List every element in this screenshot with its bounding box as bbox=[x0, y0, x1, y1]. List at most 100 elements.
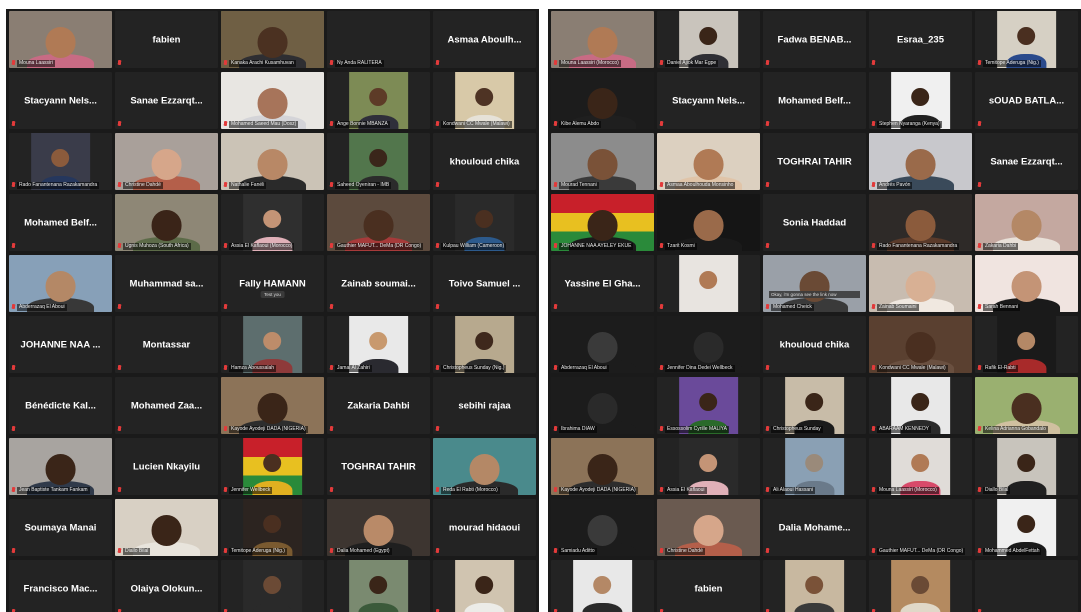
participant-tile[interactable]: Mohammed AbdelFettah bbox=[975, 499, 1078, 556]
participant-tile[interactable]: Rafik El-Rabti bbox=[975, 316, 1078, 373]
participant-tile[interactable]: Ny Anda RALITERA bbox=[327, 11, 430, 68]
participant-tile[interactable]: Samiadu Aditto bbox=[551, 499, 654, 556]
participant-tile[interactable]: Soumaya Manai bbox=[9, 499, 112, 556]
participant-tile[interactable]: Kondwani CC Mwale (Malawi) bbox=[433, 72, 536, 129]
participant-tile[interactable]: Kelina Adrianna Gobandalo bbox=[975, 377, 1078, 434]
participant-tile[interactable]: Ange Bonnie MBANZA bbox=[327, 72, 430, 129]
participant-tile[interactable]: Zainab Soumaini bbox=[869, 255, 972, 312]
participant-tile[interactable]: Montassar bbox=[115, 316, 218, 373]
participant-tile[interactable]: Zakaria Dahbi bbox=[327, 377, 430, 434]
participant-tile[interactable]: Christopheus Sunday bbox=[763, 377, 866, 434]
participant-tile[interactable] bbox=[763, 560, 866, 612]
participant-tile[interactable]: Assia El Kaflaoui (Morocco) bbox=[221, 194, 324, 251]
participant-tile[interactable]: khouloud chika bbox=[763, 316, 866, 373]
participant-tile[interactable]: Mohamed Zaa... bbox=[115, 377, 218, 434]
participant-tile[interactable]: Ali Alaoui Hassani bbox=[763, 438, 866, 495]
participant-tile[interactable]: Kayode Ayodeji DADA (NIGERIA) bbox=[221, 377, 324, 434]
participant-tile[interactable]: Essossolim Cyrille MALIYA bbox=[657, 377, 760, 434]
participant-tile[interactable]: Rado Fanantenana Razakamandra bbox=[9, 133, 112, 190]
participant-tile[interactable]: Asmaa Aboulhouda Monsinho bbox=[657, 133, 760, 190]
participant-tile[interactable]: Asmaa Aboulh... bbox=[433, 11, 536, 68]
participant-tile[interactable]: Dalia Mohamed (Egypt) bbox=[327, 499, 430, 556]
participant-tile[interactable] bbox=[433, 560, 536, 612]
participant-tile[interactable]: JOHANNE NAA ... bbox=[9, 316, 112, 373]
participant-tile[interactable]: Abderrazaq El Aboui bbox=[9, 255, 112, 312]
participant-tile[interactable]: Temitope Aderuga (Nig.) bbox=[221, 499, 324, 556]
participant-tile[interactable] bbox=[221, 560, 324, 612]
participant-tile[interactable]: khouloud chika bbox=[433, 133, 536, 190]
participant-tile[interactable]: Francisco Mac... bbox=[9, 560, 112, 612]
participant-tile[interactable]: Temitope Aderuga (Nig.) bbox=[975, 11, 1078, 68]
participant-tile[interactable]: Mourad Tennani bbox=[551, 133, 654, 190]
participant-tile[interactable]: Assia El Kaflaoui bbox=[657, 438, 760, 495]
participant-tile[interactable]: TOGHRAI TAHIR bbox=[763, 133, 866, 190]
participant-tile[interactable]: Mohamed Belf... bbox=[9, 194, 112, 251]
participant-tile[interactable]: Okay, i'm gonna see the link now Mohamed … bbox=[763, 255, 866, 312]
participant-tile[interactable]: Rado Fanantenana Razakamandra bbox=[869, 194, 972, 251]
participant-tile[interactable] bbox=[551, 560, 654, 612]
participant-tile[interactable]: Saheed Oyeniran - IMB bbox=[327, 133, 430, 190]
participant-tile[interactable]: Diallo Bilal bbox=[115, 499, 218, 556]
participant-tile[interactable]: fabien bbox=[657, 560, 760, 612]
participant-tile[interactable]: JOHANNE NAA AYELEY EKUE bbox=[551, 194, 654, 251]
participant-tile[interactable]: Olaiya Olokun... bbox=[115, 560, 218, 612]
participant-tile[interactable]: Kanaka Arachi Kusamhuvan bbox=[221, 11, 324, 68]
participant-tile[interactable]: Christine Dahdé bbox=[657, 499, 760, 556]
participant-tile[interactable] bbox=[327, 560, 430, 612]
participant-tile[interactable]: Dalia Mohame... bbox=[763, 499, 866, 556]
participant-tile[interactable]: Gauthier MAFUT... DeMa (DR Congo) bbox=[869, 499, 972, 556]
participant-tile[interactable]: Kulpau William (Cameroon) bbox=[433, 194, 536, 251]
participant-tile[interactable]: Stacyann Nels... bbox=[9, 72, 112, 129]
participant-tile[interactable]: Toivo Samuel ... bbox=[433, 255, 536, 312]
participant-tile[interactable]: sebihi rajaa bbox=[433, 377, 536, 434]
participant-tile[interactable]: Mohamed Belf... bbox=[763, 72, 866, 129]
participant-tile[interactable]: Mouna Laassiri (Morocco) bbox=[551, 11, 654, 68]
participant-tile[interactable]: Kondwani CC Mwale (Malawi) bbox=[869, 316, 972, 373]
participant-tile[interactable] bbox=[657, 255, 760, 312]
participant-tile[interactable]: Kibe Alemu Abdo bbox=[551, 72, 654, 129]
participant-tile[interactable]: Stacyann Nels... bbox=[657, 72, 760, 129]
participant-tile[interactable]: Esraa_235 bbox=[869, 11, 972, 68]
participant-tile[interactable]: sOUAD BATLA... bbox=[975, 72, 1078, 129]
participant-tile[interactable]: mourad hidaoui bbox=[433, 499, 536, 556]
participant-tile[interactable]: ABARAAM KENNEDY bbox=[869, 377, 972, 434]
participant-tile[interactable]: Bénédicte Kal... bbox=[9, 377, 112, 434]
participant-tile[interactable]: Fally HAMANN Test you bbox=[221, 255, 324, 312]
participant-tile[interactable]: Jennifer Dina Dedei Wellbeck bbox=[657, 316, 760, 373]
participant-tile[interactable]: Gauthier MAFUT... DeMa (DR Congo) bbox=[327, 194, 430, 251]
participant-tile[interactable]: Zainab soumai... bbox=[327, 255, 430, 312]
participant-tile[interactable]: Yassine El Gha... bbox=[551, 255, 654, 312]
participant-tile[interactable] bbox=[869, 560, 972, 612]
participant-tile[interactable]: Sanae Ezzarqt... bbox=[975, 133, 1078, 190]
participant-tile[interactable]: Diallo Bilal bbox=[975, 438, 1078, 495]
participant-tile[interactable]: Daniel Ajiok Mar Egpe bbox=[657, 11, 760, 68]
participant-tile[interactable]: Fadwa BENAB... bbox=[763, 11, 866, 68]
participant-tile[interactable]: Hamza Aboussalah bbox=[221, 316, 324, 373]
participant-tile[interactable]: fabien bbox=[115, 11, 218, 68]
participant-tile[interactable]: Stephen Nyaranga (Kenya) bbox=[869, 72, 972, 129]
participant-tile[interactable]: Mouna Laassiri (Morocco) bbox=[869, 438, 972, 495]
participant-tile[interactable]: Christine Dahdé bbox=[115, 133, 218, 190]
participant-tile[interactable]: Jamal Al Zahiri bbox=[327, 316, 430, 373]
participant-tile[interactable]: Lucien Nkayilu bbox=[115, 438, 218, 495]
participant-tile[interactable]: Sanae Ezzarqt... bbox=[115, 72, 218, 129]
participant-tile[interactable]: Sarah Bennani bbox=[975, 255, 1078, 312]
participant-tile[interactable]: Mohamed Saeed Mau (Dosz) bbox=[221, 72, 324, 129]
participant-tile[interactable]: Andrés Pavón bbox=[869, 133, 972, 190]
participant-tile[interactable]: Jean Baptiste Tankam Fankam bbox=[9, 438, 112, 495]
participant-tile[interactable]: Reda El Rabti (Morocco) bbox=[433, 438, 536, 495]
participant-tile[interactable]: Sonia Haddad bbox=[763, 194, 866, 251]
participant-tile[interactable]: Tzarit Kosmi bbox=[657, 194, 760, 251]
participant-tile[interactable]: Mouna Laassiri bbox=[9, 11, 112, 68]
participant-tile[interactable]: Nathalie Fanéli bbox=[221, 133, 324, 190]
participant-tile[interactable]: Ugnis Muhoza (South Africa) bbox=[115, 194, 218, 251]
participant-tile[interactable]: TOGHRAI TAHIR bbox=[327, 438, 430, 495]
participant-tile[interactable]: Ibrahima DIAW bbox=[551, 377, 654, 434]
participant-tile[interactable]: Christopheus Sunday (Nig.) bbox=[433, 316, 536, 373]
participant-tile[interactable]: Kayode Ayodeji DADA (NIGERIA) bbox=[551, 438, 654, 495]
participant-tile[interactable]: Zakaria Dahbi bbox=[975, 194, 1078, 251]
participant-tile[interactable]: Muhammad sa... bbox=[115, 255, 218, 312]
participant-tile[interactable]: Abderrazaq El Aboui bbox=[551, 316, 654, 373]
participant-tile[interactable]: Jennifer Wellbeck bbox=[221, 438, 324, 495]
participant-tile[interactable] bbox=[975, 560, 1078, 612]
